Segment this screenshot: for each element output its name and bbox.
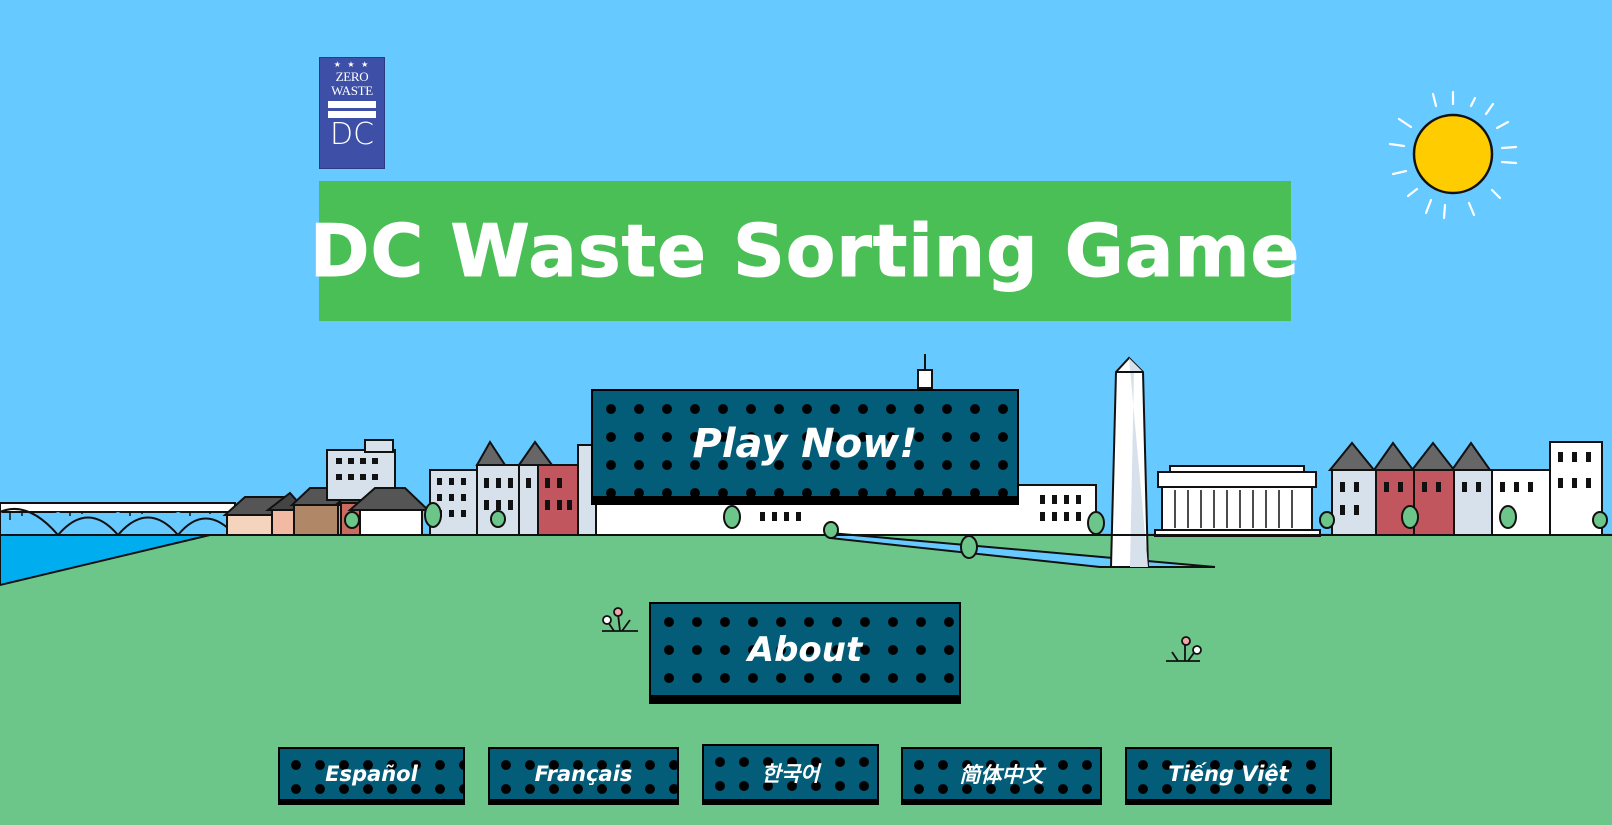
- about-button[interactable]: About: [649, 602, 961, 704]
- logo-line-zero: ZERO: [335, 69, 369, 84]
- logo-line-waste: WASTE: [331, 83, 373, 98]
- bridge: [0, 502, 236, 536]
- sun-icon: [1388, 90, 1518, 220]
- language-button-chinese[interactable]: 简体中文: [901, 747, 1102, 805]
- language-button-french[interactable]: Français: [488, 747, 679, 805]
- logo-line-dc: DC: [329, 117, 375, 152]
- lincoln-memorial: [1154, 465, 1321, 537]
- language-button-korean[interactable]: 한국어: [702, 744, 879, 805]
- game-title: DC Waste Sorting Game: [309, 209, 1301, 294]
- title-banner: DC Waste Sorting Game: [309, 181, 1300, 321]
- play-now-button[interactable]: Play Now!: [591, 389, 1019, 505]
- zero-waste-dc-logo: ★ ★ ★ ZERO WASTE DC: [319, 57, 385, 169]
- language-button-spanish[interactable]: Español: [278, 747, 465, 805]
- language-button-vietnamese[interactable]: Tiếng Việt: [1125, 747, 1332, 805]
- logo-bar: [328, 101, 376, 108]
